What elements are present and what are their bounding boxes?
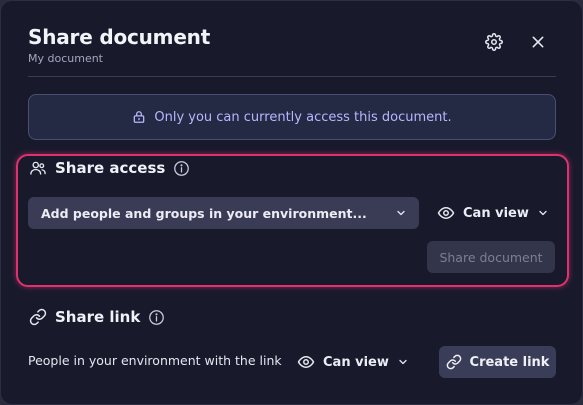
share-access-header: Share access [29,159,190,177]
chevron-down-icon [395,207,407,219]
settings-button[interactable] [481,29,507,55]
share-document-button[interactable]: Share document [427,241,555,273]
dialog-title: Share document [28,25,211,49]
people-groups-select-value: Add people and groups in your environmen… [41,205,367,221]
dialog-header: Share document My document [28,25,210,65]
permission-label: Can view [463,205,529,221]
header-divider [28,76,556,77]
info-icon[interactable] [173,160,190,177]
info-icon[interactable] [148,309,165,326]
share-link-permission-dropdown[interactable]: Can view [297,353,409,371]
create-link-button[interactable]: Create link [439,346,556,378]
gear-icon [485,33,503,51]
link-icon [29,308,47,326]
share-dialog: Share document My document Only you can … [0,0,583,405]
eye-icon [437,204,455,222]
lock-icon [132,110,146,124]
access-notice-text: Only you can currently access this docum… [154,109,452,125]
share-link-header: Share link [29,308,165,326]
people-icon [29,159,47,177]
share-access-permission-dropdown[interactable]: Can view [437,204,549,222]
share-link-description: People in your environment with the link [28,353,282,368]
share-access-title: Share access [55,159,166,177]
close-icon [530,34,546,50]
dialog-subtitle: My document [28,52,103,65]
create-link-button-label: Create link [469,354,550,370]
access-notice: Only you can currently access this docum… [28,94,556,140]
chevron-down-icon [537,207,549,219]
permission-label: Can view [323,354,389,370]
close-button[interactable] [525,29,551,55]
link-icon [446,354,462,370]
eye-icon [297,353,315,371]
chevron-down-icon [397,356,409,368]
people-groups-select[interactable]: Add people and groups in your environmen… [28,197,419,229]
share-link-title: Share link [55,308,141,326]
share-document-button-label: Share document [439,249,543,265]
